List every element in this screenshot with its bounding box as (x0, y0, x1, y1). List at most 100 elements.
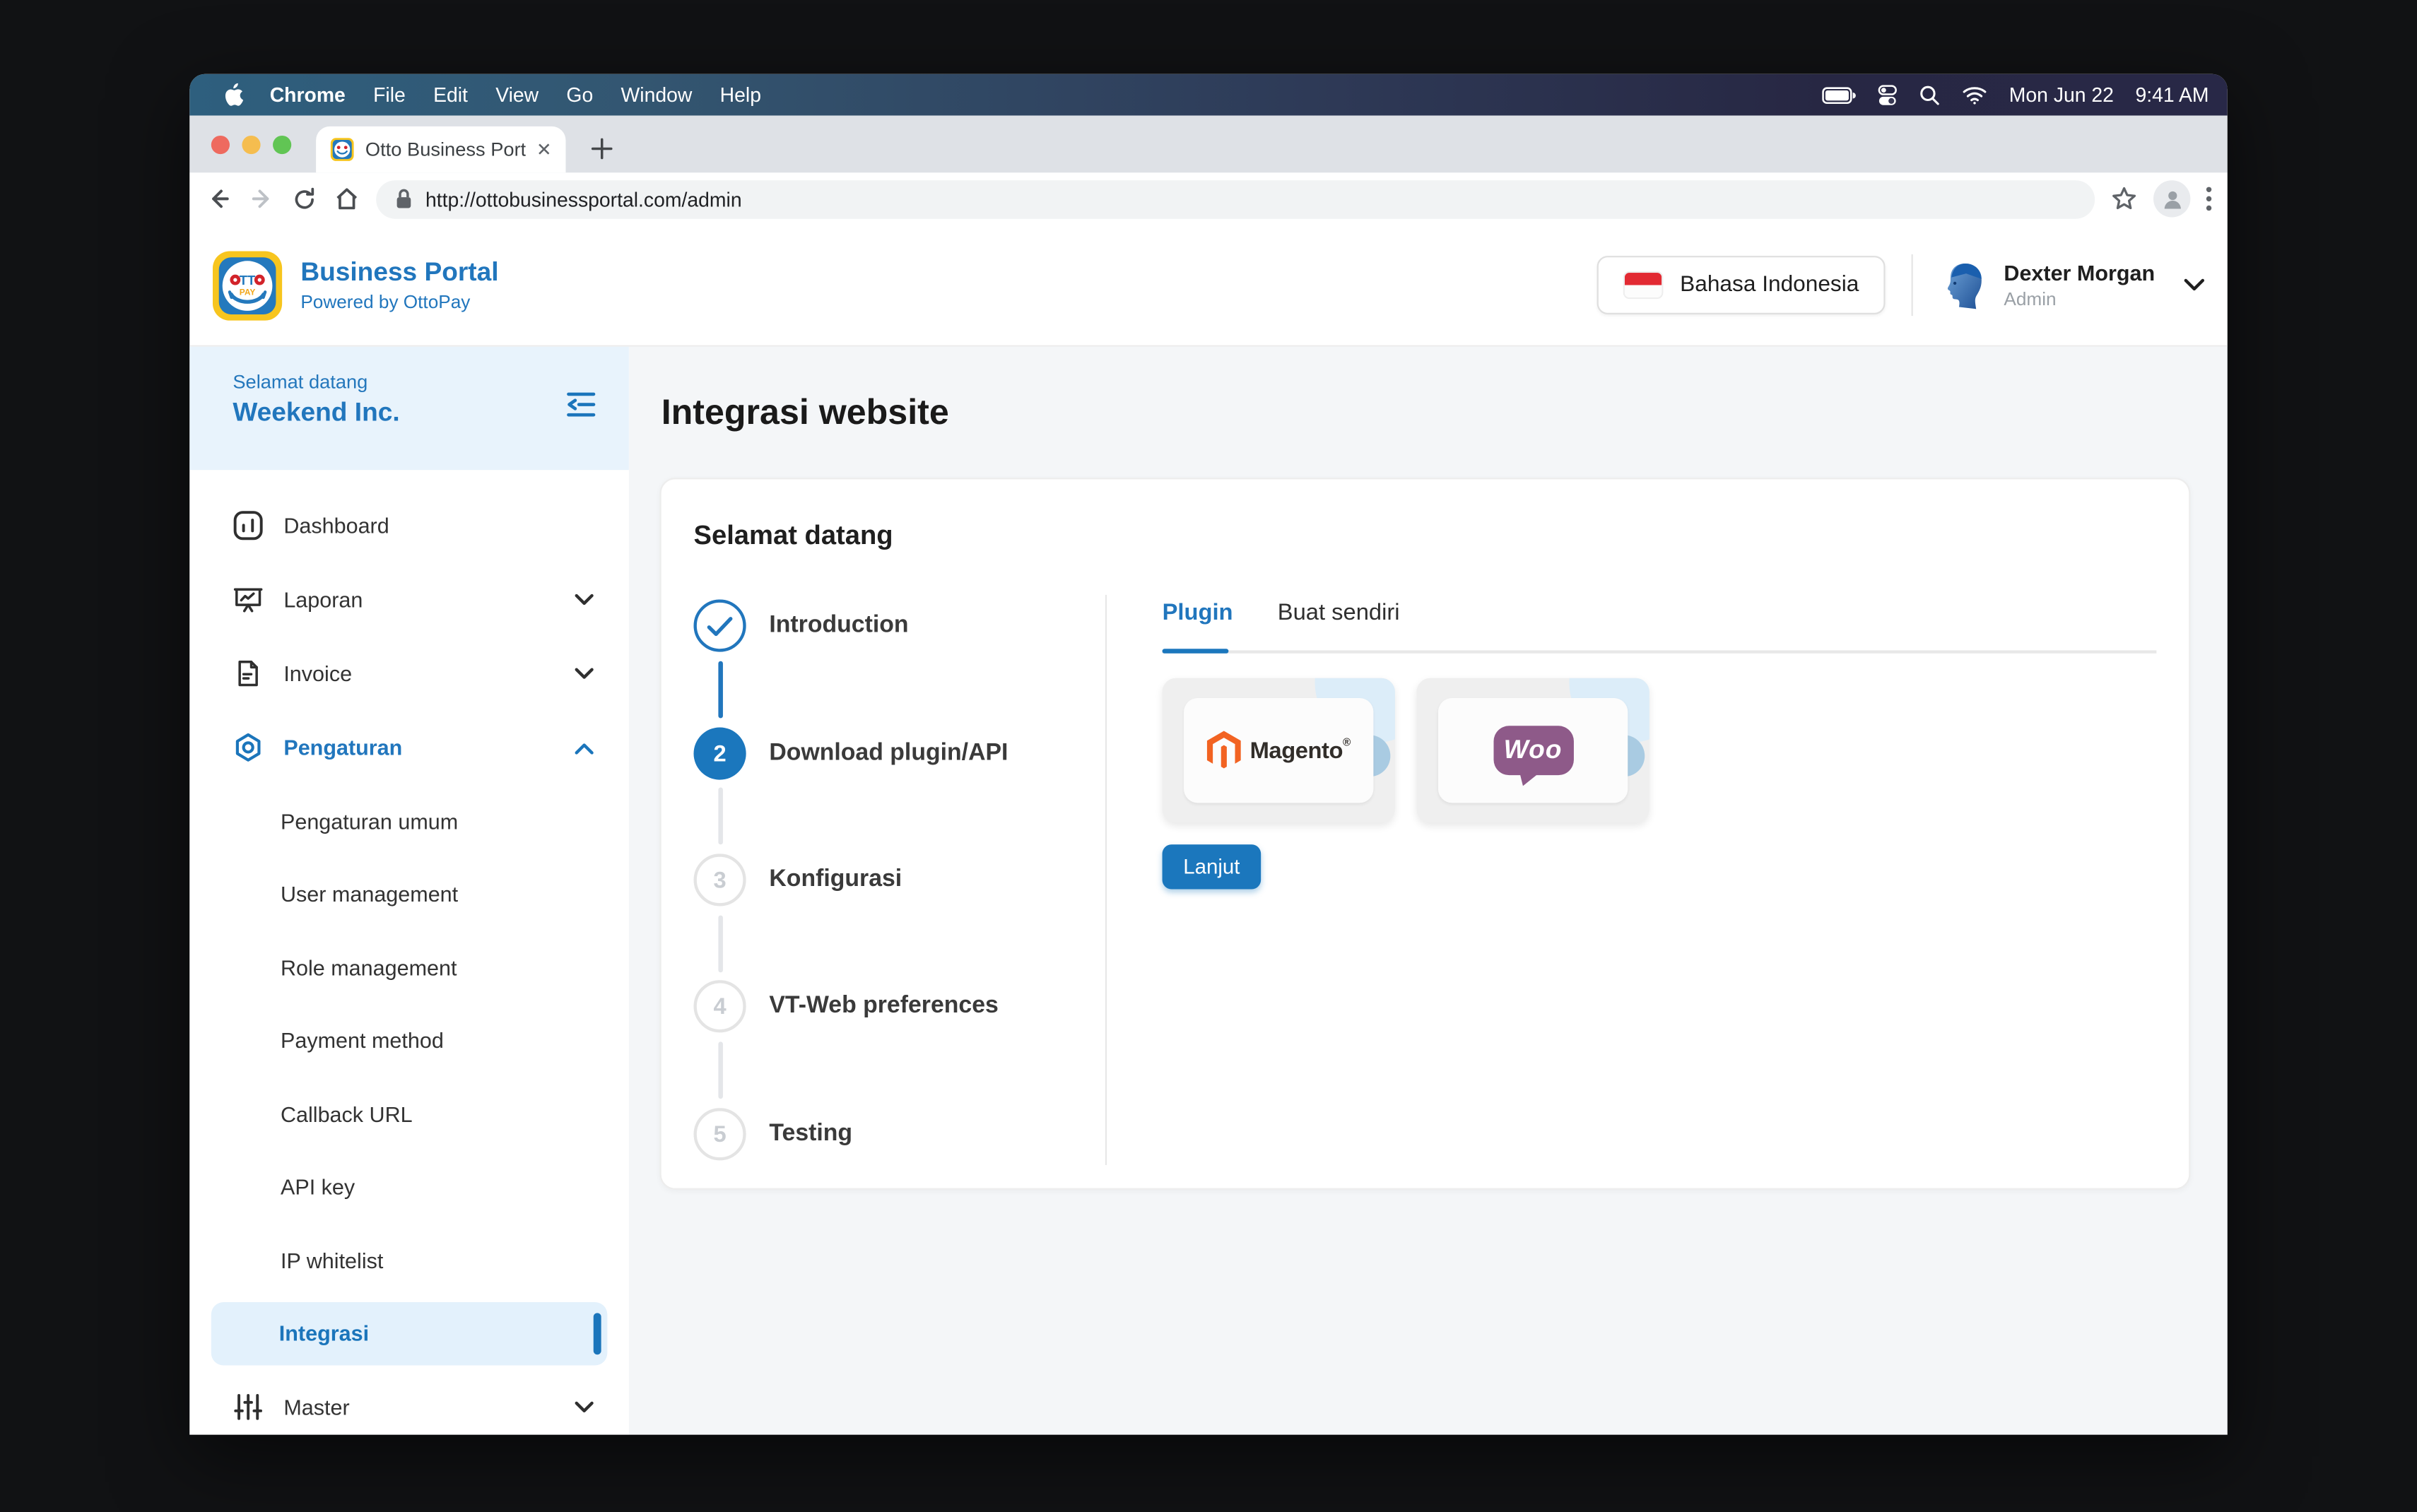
menu-item-help[interactable]: Help (706, 83, 775, 107)
collapse-sidebar-icon[interactable] (563, 386, 598, 422)
invoice-icon (233, 658, 264, 689)
menu-item-view[interactable]: View (482, 83, 553, 107)
spotlight-search-icon[interactable] (1919, 84, 1941, 106)
step-connector (718, 788, 722, 845)
sidebar-subitem-payment-method[interactable]: Payment method (189, 1004, 629, 1077)
browser-profile-icon[interactable] (2153, 180, 2190, 217)
sliders-icon (233, 1392, 264, 1423)
zoom-window-button[interactable] (273, 135, 291, 153)
wizard-card: Selamat datang Introduction 2 Download p… (660, 478, 2191, 1190)
sidebar: Selamat datang Weekend Inc. Dashboard (189, 347, 629, 1435)
step-number: 5 (694, 1108, 746, 1160)
step-connector (718, 916, 722, 973)
brand-title: Business Portal (300, 257, 498, 288)
plugin-tabs: Plugin Buat sendiri (1163, 599, 2157, 625)
sidebar-subitem-api-key[interactable]: API key (189, 1150, 629, 1224)
ottopay-logo: TT PAY (211, 249, 284, 321)
window-controls (211, 116, 291, 173)
woocommerce-logo-icon: Woo (1493, 726, 1572, 775)
plugin-card-woocommerce[interactable]: Woo (1416, 678, 1649, 823)
sidebar-subitem-integrasi-active[interactable]: Integrasi (211, 1302, 608, 1365)
plugin-pane: Plugin Buat sendiri (1163, 599, 2157, 889)
chevron-down-icon (573, 593, 595, 607)
continue-button[interactable]: Lanjut (1163, 844, 1262, 889)
chevron-up-icon (573, 740, 595, 755)
sidebar-item-laporan[interactable]: Laporan (189, 562, 629, 637)
step-vt-web-preferences[interactable]: 4 VT-Web preferences (694, 980, 999, 1032)
apple-menu-icon[interactable] (223, 83, 243, 107)
step-number: 4 (694, 980, 746, 1032)
screen: Chrome File Edit View Go Window Help (0, 0, 2417, 1512)
step-label: Konfigurasi (769, 866, 902, 894)
sidebar-item-label: Pengaturan (283, 735, 402, 760)
browser-tab[interactable]: Otto Business Portal ✕ (316, 126, 565, 172)
tab-title: Otto Business Portal (365, 138, 526, 160)
menu-item-file[interactable]: File (359, 83, 419, 107)
step-label: Testing (769, 1121, 852, 1148)
sidebar-item-pengaturan[interactable]: Pengaturan (189, 710, 629, 784)
chevron-down-icon (573, 1400, 595, 1414)
step-konfigurasi[interactable]: 3 Konfigurasi (694, 854, 902, 906)
battery-icon (1823, 85, 1857, 104)
new-tab-button[interactable] (590, 137, 613, 160)
sidebar-subitem-pengaturan-umum[interactable]: Pengaturan umum (189, 784, 629, 858)
back-icon[interactable] (205, 185, 233, 213)
sidebar-item-label: Dashboard (283, 513, 389, 538)
user-role: Admin (2004, 288, 2155, 310)
address-bar[interactable]: http://ottobusinessportal.com/admin (376, 179, 2095, 218)
active-tab-indicator (1163, 649, 1229, 654)
main-content: Integrasi website Selamat datang Introdu… (629, 347, 2228, 1435)
step-number: 3 (694, 854, 746, 906)
svg-text:PAY: PAY (240, 287, 256, 297)
plugin-card-magento[interactable]: Magento® (1163, 678, 1395, 823)
sidebar-item-label: Laporan (283, 587, 363, 612)
step-introduction[interactable]: Introduction (694, 599, 909, 651)
tab-favicon (330, 137, 355, 162)
browser-menu-icon[interactable] (2206, 187, 2212, 211)
user-avatar (1939, 261, 1989, 310)
tab-strip: Otto Business Portal ✕ (189, 116, 2227, 173)
user-menu[interactable]: Dexter Morgan Admin (1939, 261, 2206, 310)
sidebar-item-label: Master (283, 1395, 349, 1419)
tab-plugin[interactable]: Plugin (1163, 599, 1233, 625)
sidebar-subitem-ip-whitelist[interactable]: IP whitelist (189, 1224, 629, 1297)
wifi-icon[interactable] (1963, 85, 1987, 104)
dashboard-icon (233, 510, 264, 541)
sidebar-subitem-role-management[interactable]: Role management (189, 931, 629, 1004)
menu-item-edit[interactable]: Edit (419, 83, 481, 107)
home-icon[interactable] (333, 185, 360, 213)
bookmark-star-icon[interactable] (2110, 185, 2138, 213)
brand-subtitle: Powered by OttoPay (300, 291, 498, 313)
user-chevron-down-icon[interactable] (2182, 278, 2206, 293)
user-name: Dexter Morgan (2004, 261, 2155, 285)
lock-icon[interactable] (394, 188, 413, 210)
browser-window: Chrome File Edit View Go Window Help (189, 74, 2227, 1435)
tab-buat-sendiri[interactable]: Buat sendiri (1278, 599, 1400, 625)
active-item-label: Integrasi (279, 1321, 369, 1346)
step-check-icon (694, 599, 746, 651)
menu-item-chrome[interactable]: Chrome (256, 83, 359, 107)
control-center-icon[interactable] (1878, 84, 1898, 106)
stepper-divider (1105, 595, 1107, 1165)
report-icon (233, 584, 264, 615)
close-window-button[interactable] (211, 135, 230, 153)
reload-icon[interactable] (291, 186, 317, 212)
tab-close-icon[interactable]: ✕ (536, 140, 552, 158)
step-download-plugin-api[interactable]: 2 Download plugin/API (694, 727, 1008, 779)
magento-wordmark: Magento® (1250, 738, 1351, 764)
minimize-window-button[interactable] (242, 135, 260, 153)
sidebar-item-label: Invoice (283, 661, 352, 686)
sidebar-item-master[interactable]: Master (189, 1370, 629, 1435)
forward-icon[interactable] (248, 185, 276, 213)
sidebar-nav: Dashboard Laporan (189, 470, 629, 1434)
sidebar-subitem-user-management[interactable]: User management (189, 858, 629, 931)
menubar-clock: 9:41 AM (2135, 83, 2209, 107)
menu-item-go[interactable]: Go (553, 83, 607, 107)
menu-item-window[interactable]: Window (607, 83, 706, 107)
sidebar-item-invoice[interactable]: Invoice (189, 637, 629, 711)
sidebar-item-dashboard[interactable]: Dashboard (189, 488, 629, 562)
sidebar-subitem-callback-url[interactable]: Callback URL (189, 1077, 629, 1151)
step-testing[interactable]: 5 Testing (694, 1108, 853, 1160)
chevron-down-icon (573, 666, 595, 680)
language-selector-button[interactable]: Bahasa Indonesia (1596, 256, 1885, 314)
